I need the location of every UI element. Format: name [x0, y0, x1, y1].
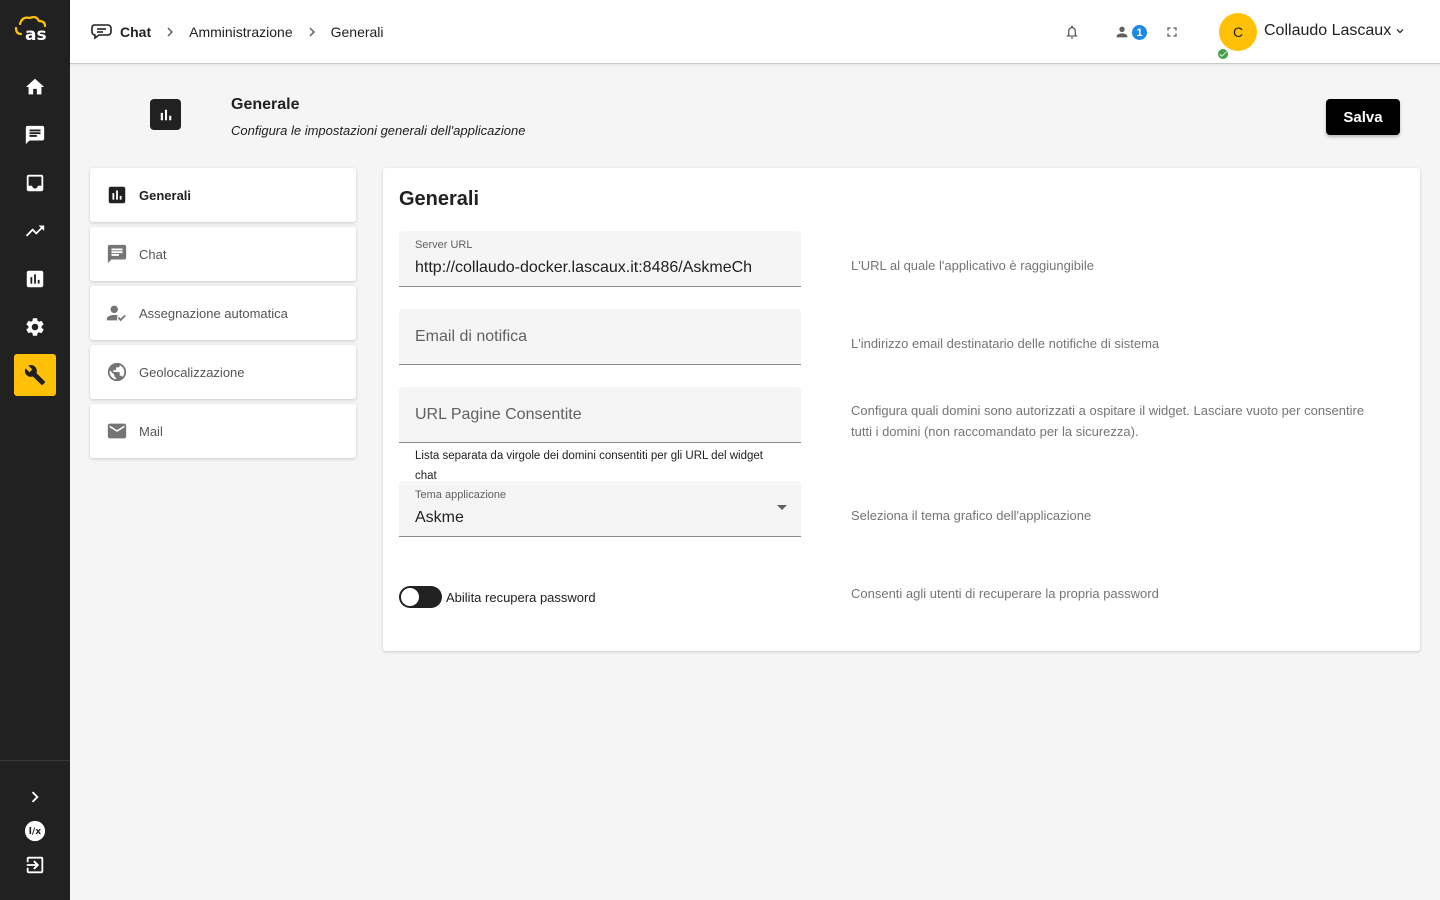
toggle-knob — [401, 588, 419, 606]
user-menu[interactable]: Collaudo Lascaux — [1264, 22, 1407, 40]
home-icon — [25, 78, 45, 95]
bell-icon — [1066, 25, 1078, 39]
top-bar: Chat Amministrazione Generali 1 C Collau… — [70, 0, 1440, 64]
card-title: Generali — [399, 188, 480, 210]
bar-chart-icon — [108, 186, 126, 204]
page-icon — [150, 99, 181, 130]
logout-icon — [26, 856, 44, 874]
rail-trends[interactable] — [14, 210, 56, 252]
menu-item-chat[interactable]: Chat — [90, 227, 356, 281]
bar-chart-icon — [160, 109, 171, 120]
breadcrumb-item-administration[interactable]: Amministrazione — [189, 24, 292, 40]
password-recovery-label: Abilita recupera password — [446, 589, 596, 605]
user-name: Collaudo Lascaux — [1264, 22, 1392, 39]
menu-item-label: Mail — [139, 423, 163, 439]
rail-divider — [0, 760, 70, 761]
inbox-icon — [26, 174, 44, 192]
page-subtitle: Configura le impostazioni generali dell'… — [231, 123, 526, 138]
server-url-field[interactable]: Server URL http://collaudo-docker.lascau… — [399, 231, 801, 287]
chevron-right-icon — [31, 791, 39, 803]
chevron-right-icon — [309, 27, 315, 37]
breadcrumb: Chat Amministrazione Generali — [90, 20, 384, 44]
menu-item-label: Chat — [139, 246, 167, 262]
svg-text:l/x: l/x — [29, 826, 41, 837]
person-icon — [1116, 26, 1128, 38]
notifications-button[interactable] — [1060, 20, 1084, 44]
chat-icon — [25, 125, 45, 145]
password-recovery-toggle-row[interactable]: Abilita recupera password — [399, 586, 596, 608]
rail-logout[interactable] — [14, 844, 56, 886]
menu-item-geolocation[interactable]: Geolocalizzazione — [90, 345, 356, 399]
presence-indicator — [1216, 47, 1230, 61]
rail-chat[interactable] — [14, 114, 56, 156]
trending-up-icon — [25, 225, 45, 237]
rail-administration[interactable] — [14, 354, 56, 396]
allowed-pages-placeholder: URL Pagine Consentite — [415, 406, 582, 423]
menu-item-general[interactable]: Generali — [90, 168, 356, 222]
save-button[interactable]: Salva — [1326, 99, 1400, 135]
server-url-value: http://collaudo-docker.lascaux.it:8486/A… — [415, 259, 753, 276]
gear-icon — [26, 318, 44, 336]
breadcrumb-item-chat[interactable]: Chat — [120, 24, 151, 40]
allowed-pages-description: Configura quali domini sono autorizzati … — [851, 403, 1365, 439]
breadcrumb-item-general: Generali — [330, 24, 384, 40]
theme-select[interactable]: Tema applicazione Askme — [399, 481, 801, 537]
theme-label: Tema applicazione — [415, 489, 507, 501]
user-check-icon — [106, 305, 126, 322]
settings-card: Generali Server URL http://collaudo-dock… — [383, 168, 1420, 651]
svg-text:as: as — [25, 25, 47, 44]
server-url-label: Server URL — [415, 239, 473, 251]
check-icon — [1219, 51, 1227, 57]
page-title: Generale — [231, 96, 300, 113]
app-logo[interactable]: as — [12, 14, 56, 44]
menu-item-auto-assignment[interactable]: Assegnazione automatica — [90, 286, 356, 340]
menu-item-label: Generali — [139, 187, 192, 203]
chevron-down-icon — [1396, 29, 1404, 34]
rail-settings[interactable] — [14, 306, 56, 348]
chevron-right-icon — [167, 27, 174, 37]
theme-description: Seleziona il tema grafico dell'applicazi… — [851, 508, 1092, 523]
bar-chart-icon — [26, 270, 44, 288]
globe-icon — [107, 362, 127, 382]
menu-item-mail[interactable]: Mail — [90, 404, 356, 458]
server-url-description: L'URL al quale l'applicativo è raggiungi… — [851, 258, 1094, 273]
chat-bubbles-icon — [91, 24, 112, 40]
theme-value: Askme — [415, 509, 464, 526]
online-users-badge: 1 — [1130, 23, 1149, 42]
lascaux-logo-icon: l/x — [24, 820, 46, 842]
wrench-icon — [24, 365, 46, 386]
notification-email-placeholder: Email di notifica — [415, 328, 528, 345]
password-recovery-toggle[interactable] — [399, 586, 442, 608]
allowed-pages-field[interactable]: URL Pagine Consentite — [399, 387, 801, 443]
mail-icon — [107, 423, 127, 439]
notification-email-description: L'indirizzo email destinatario delle not… — [851, 336, 1160, 351]
dropdown-arrow-icon — [777, 505, 787, 510]
allowed-pages-hint: Lista separata da virgole dei domini con… — [415, 450, 763, 482]
fullscreen-button[interactable] — [1160, 20, 1184, 44]
rail-inbox[interactable] — [14, 162, 56, 204]
fullscreen-icon — [1167, 27, 1177, 37]
user-avatar[interactable]: C — [1219, 13, 1257, 51]
left-rail: as l/x — [0, 0, 70, 900]
menu-item-label: Geolocalizzazione — [139, 364, 245, 380]
rail-home[interactable] — [14, 66, 56, 108]
menu-item-label: Assegnazione automatica — [139, 305, 288, 321]
chat-icon — [107, 244, 127, 264]
rail-reports[interactable] — [14, 258, 56, 300]
password-recovery-description: Consenti agli utenti di recuperare la pr… — [851, 586, 1159, 601]
notification-email-field[interactable]: Email di notifica — [399, 309, 801, 365]
